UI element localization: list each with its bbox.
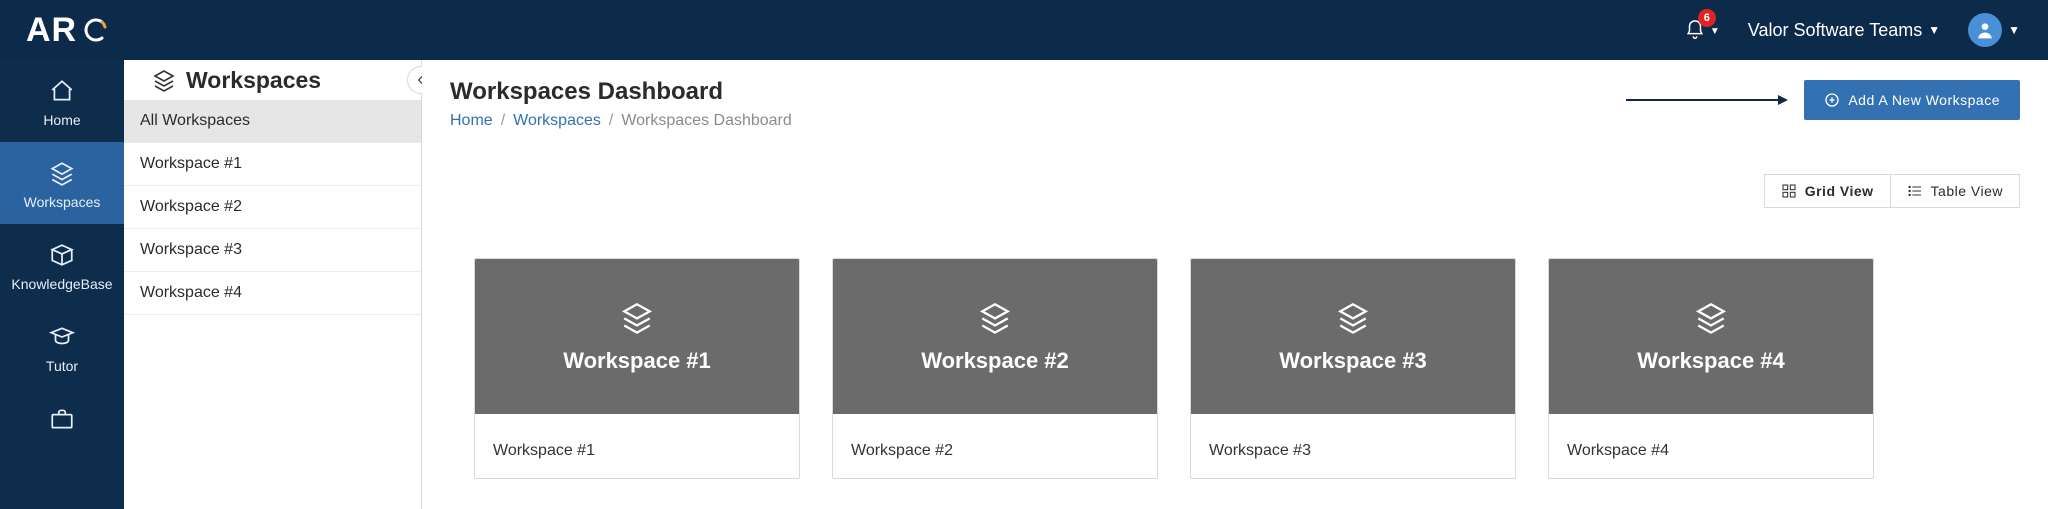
nav-label: Tutor [46, 358, 78, 374]
layers-icon [978, 300, 1012, 334]
user-menu[interactable]: ▼ [1968, 13, 2020, 47]
workspace-card[interactable]: Workspace #1 Workspace #1 [474, 258, 800, 479]
main-header: Workspaces Dashboard Home / Workspaces /… [450, 60, 2020, 130]
add-workspace-label: Add A New Workspace [1848, 92, 2000, 108]
sidebar-item-label: All Workspaces [140, 112, 250, 129]
add-workspace-button[interactable]: Add A New Workspace [1804, 80, 2020, 120]
main-header-left: Workspaces Dashboard Home / Workspaces /… [450, 78, 792, 130]
brand-logo[interactable]: AR [26, 11, 111, 50]
nav-home[interactable]: Home [0, 60, 124, 142]
team-switcher[interactable]: Valor Software Teams ▼ [1748, 20, 1940, 41]
secondary-panel: Workspaces All Workspaces Workspace #1 W… [124, 60, 422, 509]
topbar: AR 6 ▼ Valor Software Teams ▼ ▼ [0, 0, 2048, 60]
sidebar-item-label: Workspace #4 [140, 284, 242, 301]
chevron-down-icon: ▼ [1928, 23, 1940, 37]
team-switcher-label: Valor Software Teams [1748, 20, 1922, 41]
topbar-right: 6 ▼ Valor Software Teams ▼ ▼ [1684, 13, 2020, 47]
view-toggle: Grid View Table View [450, 174, 2020, 208]
workspace-cards: Workspace #1 Workspace #1 Workspace #2 W… [450, 258, 2020, 479]
nav-knowledgebase[interactable]: KnowledgeBase [0, 224, 124, 306]
breadcrumb-current: Workspaces Dashboard [621, 112, 791, 130]
sidebar-item-workspace[interactable]: Workspace #3 [124, 229, 421, 272]
nav-more[interactable] [0, 388, 124, 432]
plus-circle-icon [1824, 92, 1840, 108]
card-body: Workspace #1 [475, 414, 799, 478]
nav-tutor[interactable]: Tutor [0, 306, 124, 388]
box-icon [49, 242, 75, 268]
user-icon [1975, 20, 1995, 40]
main-content: Workspaces Dashboard Home / Workspaces /… [422, 60, 2048, 509]
briefcase-icon [49, 406, 75, 432]
secondary-header: Workspaces [124, 60, 421, 100]
card-header: Workspace #1 [475, 259, 799, 414]
layers-icon [152, 68, 176, 92]
primary-nav: Home Workspaces KnowledgeBase Tutor [0, 60, 124, 509]
card-title: Workspace #1 [563, 348, 711, 374]
card-title: Workspace #4 [1637, 348, 1785, 374]
sidebar-item-label: Workspace #1 [140, 155, 242, 172]
card-header: Workspace #2 [833, 259, 1157, 414]
sidebar-item-label: Workspace #3 [140, 241, 242, 258]
card-header: Workspace #3 [1191, 259, 1515, 414]
secondary-title: Workspaces [186, 67, 321, 94]
breadcrumb-sep: / [501, 112, 505, 130]
card-header: Workspace #4 [1549, 259, 1873, 414]
nav-label: KnowledgeBase [11, 276, 112, 292]
table-view-button[interactable]: Table View [1891, 174, 2020, 208]
sidebar-item-workspace[interactable]: Workspace #1 [124, 143, 421, 186]
card-body: Workspace #2 [833, 414, 1157, 478]
arrow-hint-icon [1626, 99, 1786, 101]
sidebar-item-all-workspaces[interactable]: All Workspaces [124, 100, 421, 143]
nav-label: Home [43, 112, 80, 128]
main-header-right: Add A New Workspace [1626, 78, 2020, 120]
breadcrumb-sep: / [609, 112, 613, 130]
sidebar-item-workspace[interactable]: Workspace #2 [124, 186, 421, 229]
secondary-list: All Workspaces Workspace #1 Workspace #2… [124, 100, 421, 315]
workspace-card[interactable]: Workspace #4 Workspace #4 [1548, 258, 1874, 479]
chevron-down-icon: ▼ [1710, 26, 1720, 37]
layers-icon [49, 160, 75, 186]
breadcrumb-home[interactable]: Home [450, 112, 493, 130]
page-title: Workspaces Dashboard [450, 78, 792, 106]
notifications-button[interactable]: 6 ▼ [1684, 19, 1720, 41]
workspace-card[interactable]: Workspace #3 Workspace #3 [1190, 258, 1516, 479]
list-icon [1907, 183, 1923, 199]
table-view-label: Table View [1931, 183, 2003, 199]
brand-text: AR [26, 11, 77, 50]
card-title: Workspace #3 [1279, 348, 1427, 374]
card-body: Workspace #3 [1191, 414, 1515, 478]
nav-label: Workspaces [24, 194, 101, 210]
sidebar-item-label: Workspace #2 [140, 198, 242, 215]
sidebar-item-workspace[interactable]: Workspace #4 [124, 272, 421, 315]
notification-badge: 6 [1698, 9, 1716, 27]
layers-icon [1694, 300, 1728, 334]
home-icon [49, 78, 75, 104]
nav-workspaces[interactable]: Workspaces [0, 142, 124, 224]
grid-icon [1781, 183, 1797, 199]
card-title: Workspace #2 [921, 348, 1069, 374]
layers-icon [620, 300, 654, 334]
breadcrumb: Home / Workspaces / Workspaces Dashboard [450, 112, 792, 130]
avatar [1968, 13, 2002, 47]
grid-view-button[interactable]: Grid View [1764, 174, 1891, 208]
grid-view-label: Grid View [1805, 183, 1874, 199]
card-body: Workspace #4 [1549, 414, 1873, 478]
workspace-card[interactable]: Workspace #2 Workspace #2 [832, 258, 1158, 479]
chevron-down-icon: ▼ [2008, 23, 2020, 37]
layers-icon [1336, 300, 1370, 334]
brand-c-icon [79, 14, 111, 46]
breadcrumb-workspaces[interactable]: Workspaces [513, 112, 601, 130]
graduation-icon [49, 324, 75, 350]
